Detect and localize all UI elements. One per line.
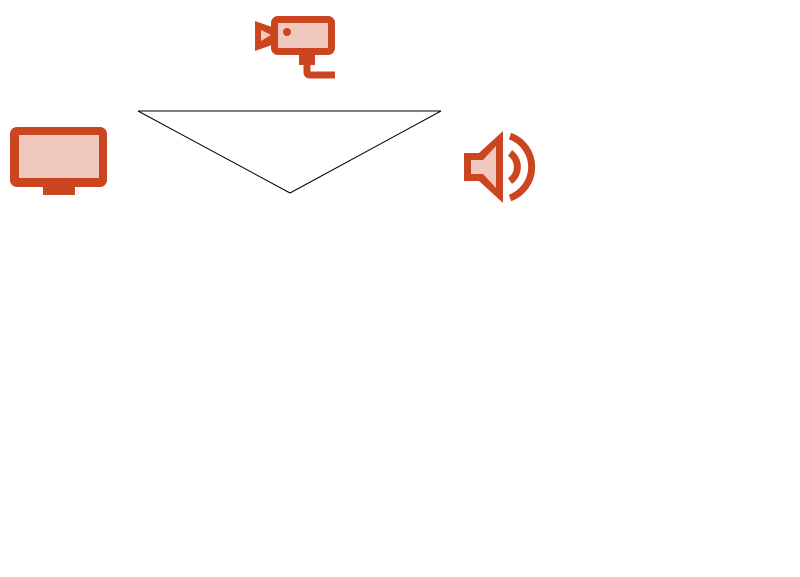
security-camera-icon [255,16,335,79]
speaker-icon [464,131,536,203]
edge-speaker-camera [289,110,442,194]
connector-triangle [137,110,442,194]
edge-monitor-speaker [137,110,291,194]
monitor-icon [10,127,107,195]
diagram-svg [10,16,536,203]
diagram-canvas [0,0,800,577]
